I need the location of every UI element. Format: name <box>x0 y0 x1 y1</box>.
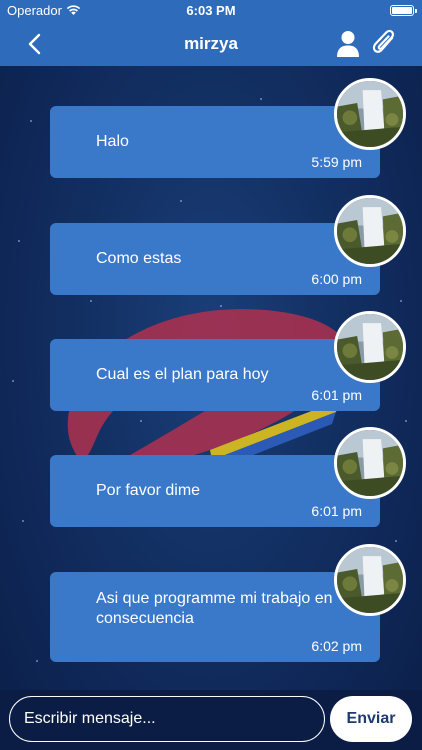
message-time: 6:01 pm <box>311 387 362 403</box>
waterfall-avatar-image <box>337 314 403 380</box>
status-time: 6:03 PM <box>186 3 236 18</box>
message-text: Como estas <box>96 250 182 267</box>
avatar[interactable] <box>334 427 406 499</box>
message-text: Por favor dime <box>96 482 201 499</box>
message-text: Halo <box>96 133 129 150</box>
message-time: 6:01 pm <box>311 503 362 519</box>
avatar[interactable] <box>334 78 406 150</box>
message-bubble: Cual es el plan para hoy 6:01 pm <box>50 339 380 411</box>
composer-bar: Enviar <box>0 690 422 750</box>
message-text: Cual es el plan para hoy <box>96 366 269 383</box>
avatar[interactable] <box>334 195 406 267</box>
message-bubble: Halo 5:59 pm <box>50 106 380 178</box>
message-input[interactable] <box>9 696 325 742</box>
navigation-bar: mirzya <box>0 22 422 66</box>
message-time: 5:59 pm <box>311 154 362 170</box>
battery-icon <box>390 5 417 16</box>
message-bubble: Por favor dime 6:01 pm <box>50 455 380 527</box>
avatar[interactable] <box>334 544 406 616</box>
status-bar: Operador 6:03 PM <box>0 0 422 22</box>
waterfall-avatar-image <box>337 81 403 147</box>
waterfall-avatar-image <box>337 430 403 496</box>
battery-level <box>392 7 412 14</box>
send-button[interactable]: Enviar <box>330 696 412 742</box>
paperclip-icon[interactable] <box>372 29 398 59</box>
person-icon[interactable] <box>336 30 360 58</box>
message-time: 6:00 pm <box>311 271 362 287</box>
message-bubble: Como estas 6:00 pm <box>50 223 380 295</box>
waterfall-avatar-image <box>337 198 403 264</box>
avatar[interactable] <box>334 311 406 383</box>
message-text: Asi que programme mi trabajo en consecue… <box>96 590 333 627</box>
message-bubble: Asi que programme mi trabajo en consecue… <box>50 572 380 662</box>
message-time: 6:02 pm <box>311 638 362 654</box>
waterfall-avatar-image <box>337 547 403 613</box>
message-list: Halo 5:59 pm Como estas 6:00 pm Cual es … <box>0 66 422 690</box>
